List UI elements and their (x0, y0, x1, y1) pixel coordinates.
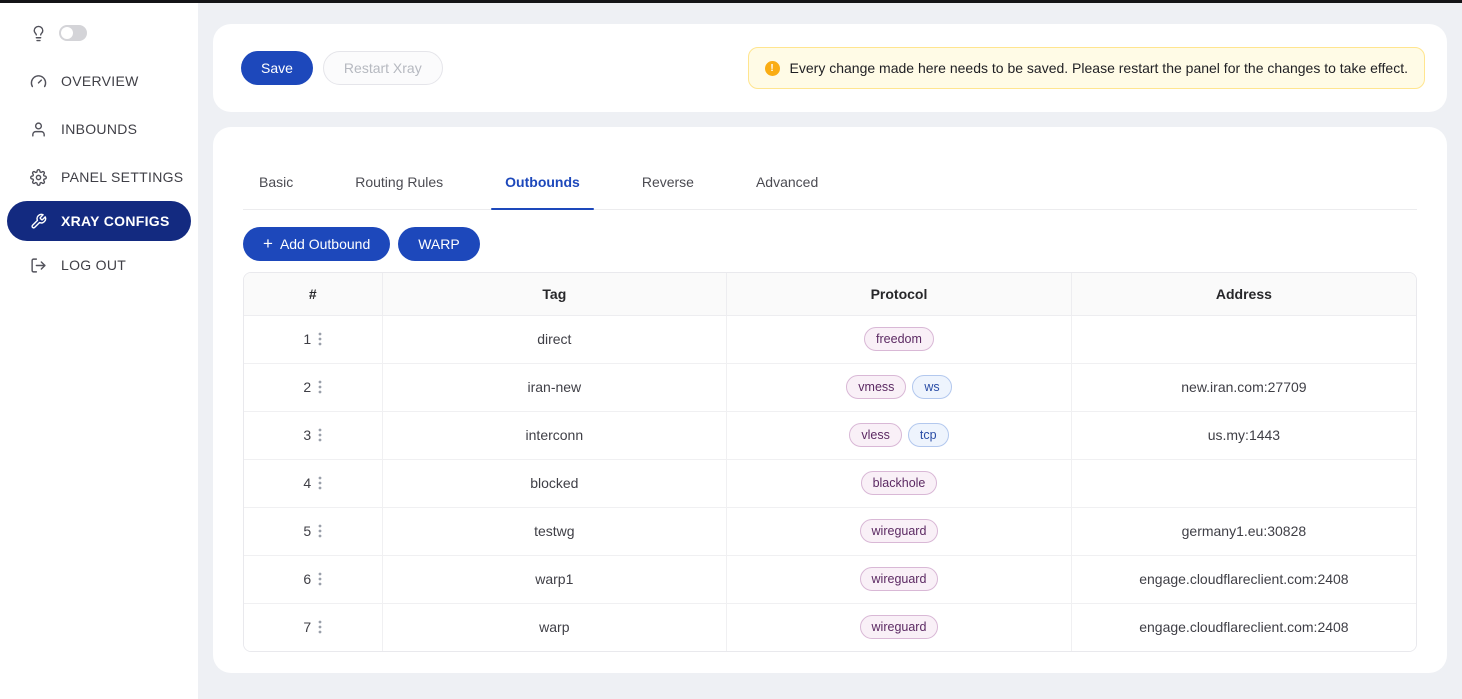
tab-advanced[interactable]: Advanced (742, 171, 832, 209)
row-menu-icon[interactable] (318, 331, 322, 347)
app-root: OVERVIEW INBOUNDS PANEL SETTINGS XRAY CO… (0, 3, 1462, 699)
plus-icon: + (263, 235, 273, 252)
column-header-tag: Tag (382, 273, 727, 315)
sidebar-item-label: XRAY CONFIGS (61, 213, 170, 229)
column-header-address: Address (1071, 273, 1416, 315)
row-menu-icon[interactable] (318, 571, 322, 587)
column-header-protocol: Protocol (727, 273, 1072, 315)
tab-outbounds[interactable]: Outbounds (491, 171, 594, 209)
warning-alert: ! Every change made here needs to be sav… (748, 47, 1425, 89)
row-index: 7 (303, 619, 311, 635)
tag-cell: interconn (382, 411, 727, 459)
theme-switch-knob (61, 27, 73, 39)
main-content: Save Restart Xray ! Every change made he… (198, 3, 1462, 699)
protocol-badge: freedom (864, 327, 934, 351)
row-index: 6 (303, 571, 311, 587)
address-cell: engage.cloudflareclient.com:2408 (1071, 555, 1416, 603)
address-cell: us.my:1443 (1071, 411, 1416, 459)
row-menu-icon[interactable] (318, 427, 322, 443)
warp-button[interactable]: WARP (398, 227, 479, 261)
restart-xray-button[interactable]: Restart Xray (323, 51, 443, 85)
protocol-cell: vmessws (727, 363, 1072, 411)
table-row: 6 warp1 wireguard engage.cloudflareclient.c… (244, 555, 1416, 603)
protocol-badge: vmess (846, 375, 906, 399)
row-index: 4 (303, 475, 311, 491)
gauge-icon (30, 73, 47, 90)
address-cell (1071, 315, 1416, 363)
configs-card: Basic Routing Rules Outbounds Reverse Advanc… (213, 127, 1447, 673)
sidebar-item-label: OVERVIEW (61, 73, 139, 89)
protocol-cell: blackhole (727, 459, 1072, 507)
row-index: 5 (303, 523, 311, 539)
warning-alert-text: Every change made here needs to be saved… (790, 60, 1408, 76)
tag-cell: warp1 (382, 555, 727, 603)
table-body: 1directfreedom2iran-newvmesswsnew.iran.c… (244, 315, 1416, 651)
sidebar-item-log-out[interactable]: LOG OUT (0, 241, 198, 289)
protocol-cell: wireguard (727, 507, 1072, 555)
tag-cell: warp (382, 603, 727, 651)
wrench-icon (30, 213, 47, 230)
tab-routing-rules[interactable]: Routing Rules (341, 171, 457, 209)
save-button[interactable]: Save (241, 51, 313, 85)
row-index: 3 (303, 427, 311, 443)
sidebar-item-inbounds[interactable]: INBOUNDS (0, 105, 198, 153)
table-row: 5 testwg wireguard germany1.eu:30828 (244, 507, 1416, 555)
logout-icon (30, 257, 47, 274)
sidebar-item-label: INBOUNDS (61, 121, 137, 137)
table-row: 3 interconn vless tcp us.my:1443 (244, 411, 1416, 459)
protocol-badge: wireguard (860, 615, 939, 639)
column-header-index: # (244, 273, 382, 315)
tag-cell: blocked (382, 459, 727, 507)
row-menu-icon[interactable] (318, 475, 322, 491)
protocol-badge: wireguard (860, 567, 939, 591)
table-row: 7 warp wireguard engage.cloudflareclient.co… (244, 603, 1416, 651)
address-cell: new.iran.com:27709 (1071, 363, 1416, 411)
tag-cell: iran-new (382, 363, 727, 411)
protocol-badge: vless (849, 423, 901, 447)
protocol-cell: vless tcp (727, 411, 1072, 459)
sidebar: OVERVIEW INBOUNDS PANEL SETTINGS XRAY CO… (0, 3, 198, 699)
sidebar-item-panel-settings[interactable]: PANEL SETTINGS (0, 153, 198, 201)
row-index: 2 (303, 379, 311, 395)
outbounds-table: # Tag Protocol Address 1 direct freedom 2 ir… (243, 272, 1417, 652)
protocol-cell: freedom (727, 315, 1072, 363)
sidebar-item-xray-configs[interactable]: XRAY CONFIGS (7, 201, 191, 241)
sidebar-item-overview[interactable]: OVERVIEW (0, 57, 198, 105)
table-row: 1 direct freedom (244, 315, 1416, 363)
tag-cell: testwg (382, 507, 727, 555)
address-cell: germany1.eu:30828 (1071, 507, 1416, 555)
table-header-row: # Tag Protocol Address (244, 273, 1416, 315)
protocol-badge: ws (912, 375, 951, 399)
sidebar-item-label: LOG OUT (61, 257, 126, 273)
row-menu-icon[interactable] (318, 619, 322, 635)
tab-reverse[interactable]: Reverse (628, 171, 708, 209)
tabs: Basic Routing Rules Outbounds Reverse Advanc… (243, 171, 1417, 210)
tab-basic[interactable]: Basic (245, 171, 307, 209)
theme-toggle-row (0, 9, 198, 57)
toolbar-buttons: Save Restart Xray (241, 51, 443, 85)
toolbar-card: Save Restart Xray ! Every change made he… (213, 24, 1447, 112)
warning-icon: ! (765, 61, 780, 76)
protocol-badge: wireguard (860, 519, 939, 543)
add-outbound-button[interactable]: + Add Outbound (243, 227, 390, 261)
row-index: 1 (303, 331, 311, 347)
row-menu-icon[interactable] (318, 379, 322, 395)
sidebar-item-label: PANEL SETTINGS (61, 169, 183, 185)
lightbulb-icon (30, 25, 47, 42)
theme-switch[interactable] (59, 25, 87, 41)
protocol-badge: tcp (908, 423, 949, 447)
gear-icon (30, 169, 47, 186)
add-outbound-label: Add Outbound (280, 236, 370, 252)
user-icon (30, 121, 47, 138)
protocol-cell: wireguard (727, 555, 1072, 603)
address-cell (1071, 459, 1416, 507)
protocol-badge: blackhole (861, 471, 938, 495)
protocol-cell: wireguard (727, 603, 1072, 651)
table-row: 2iran-newvmesswsnew.iran.com:27709 (244, 363, 1416, 411)
row-menu-icon[interactable] (318, 523, 322, 539)
table-row: 4 blocked blackhole (244, 459, 1416, 507)
table-actions: + Add Outbound WARP (243, 227, 1417, 261)
tag-cell: direct (382, 315, 727, 363)
address-cell: engage.cloudflareclient.com:2408 (1071, 603, 1416, 651)
